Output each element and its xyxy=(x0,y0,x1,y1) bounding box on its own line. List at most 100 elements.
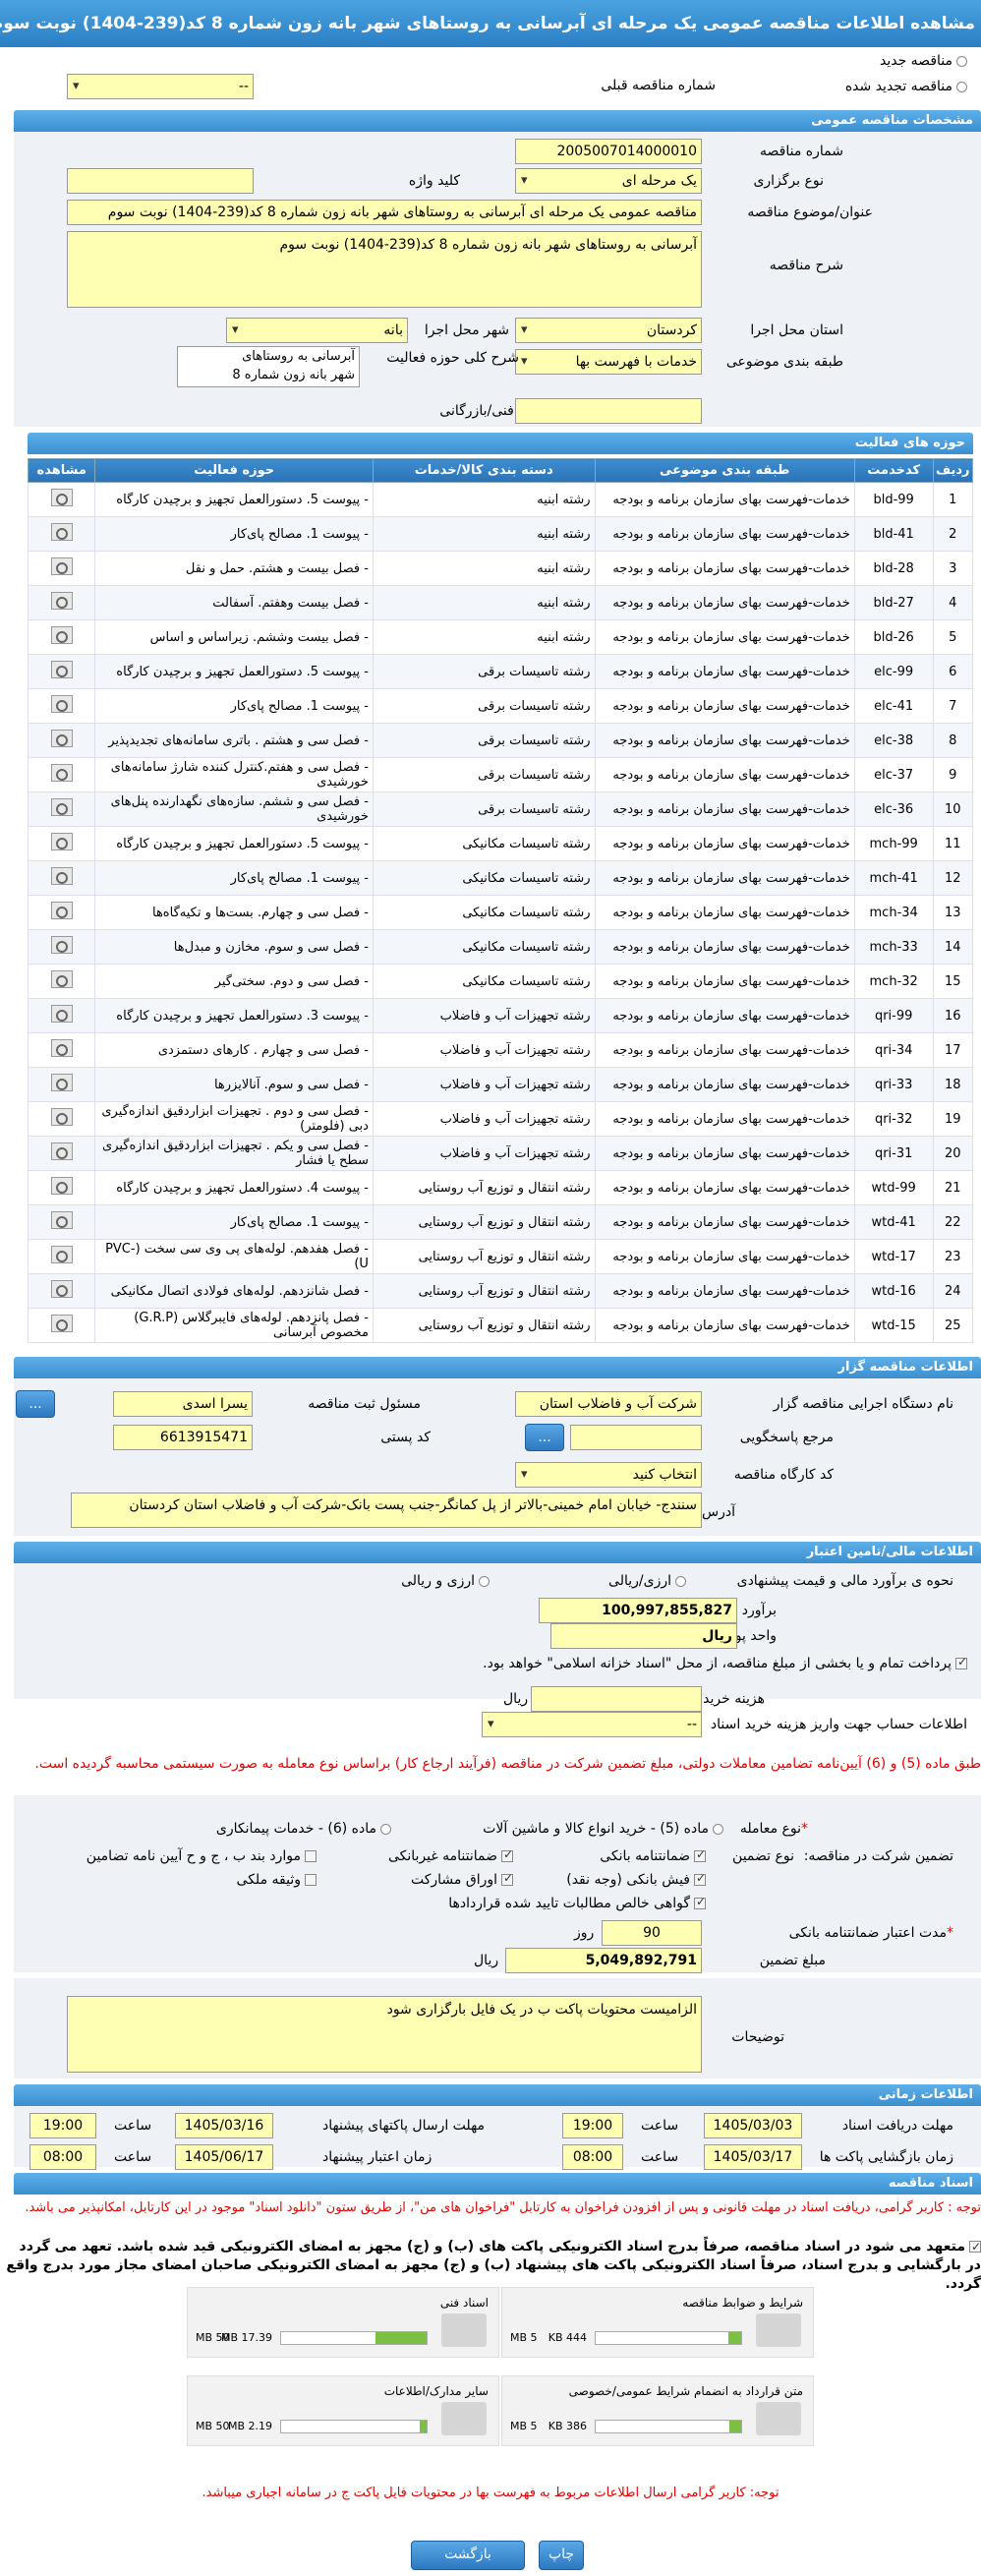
view-icon[interactable] xyxy=(50,1315,73,1332)
g4-checkbox[interactable]: فیش بانکی (وجه نقد) xyxy=(566,1871,706,1888)
opt-currency-rial-radio[interactable]: ارزی و ریالی xyxy=(401,1573,490,1589)
group-cell: رشته انتقال و توزیع آب روستایی xyxy=(372,1239,596,1274)
g6-checkbox[interactable]: وثیقه ملکی xyxy=(237,1872,317,1888)
validity-date-field: 1405/06/17 xyxy=(175,2144,273,2170)
activity-row: 1 bld-99 خدمات-فهرست بهای سازمان برنامه و … xyxy=(27,482,974,517)
deal-opt1-radio[interactable]: ماده (5) - خرید انواع کالا و ماشین آلات xyxy=(483,1821,723,1837)
city-select[interactable]: بانه xyxy=(226,318,408,343)
category-select[interactable]: خدمات با فهرست بها xyxy=(515,349,702,375)
service-code: bld-41 xyxy=(853,516,934,552)
response-ref-label: مرجع پاسخگویی xyxy=(739,1430,834,1445)
validity-hour-field: 08:00 xyxy=(29,2144,96,2170)
service-code: elc-38 xyxy=(853,723,934,758)
view-icon[interactable] xyxy=(50,592,73,610)
view-icon[interactable] xyxy=(50,730,73,747)
service-code: wtd-99 xyxy=(853,1170,934,1205)
g3-checkbox[interactable]: موارد بند ب ، ج و ح آیین نامه تضامین xyxy=(87,1848,317,1864)
view-icon[interactable] xyxy=(50,867,73,885)
view-icon[interactable] xyxy=(50,1039,73,1057)
view-icon[interactable] xyxy=(50,489,73,506)
view-icon[interactable] xyxy=(50,833,73,850)
doc-card[interactable]: شرایط و ضوابط مناقصه 444 KB 5 MB xyxy=(501,2287,814,2358)
print-button[interactable]: چاپ xyxy=(539,2541,584,2570)
holding-type-select[interactable]: یک مرحله ای xyxy=(515,168,702,194)
group-cell: رشته تاسیسات برقی xyxy=(372,688,596,724)
view-icon[interactable] xyxy=(50,1246,73,1263)
docs-commit-checkbox[interactable] xyxy=(969,2238,981,2256)
category-cell: خدمات-فهرست بهای سازمان برنامه و بودجه xyxy=(594,1204,855,1240)
treasury-note: پرداخت تمام و یا بخشی از مبلغ مناقصه، از… xyxy=(483,1656,952,1671)
category-cell: خدمات-فهرست بهای سازمان برنامه و بودجه xyxy=(594,1101,855,1137)
opt-rial-radio[interactable]: ارزی/ریالی xyxy=(608,1573,686,1589)
category-cell: خدمات-فهرست بهای سازمان برنامه و بودجه xyxy=(594,482,855,517)
doc-cost-unit: ریال xyxy=(503,1691,529,1707)
view-icon[interactable] xyxy=(50,1005,73,1023)
view-icon[interactable] xyxy=(50,1108,73,1126)
row-number: 18 xyxy=(932,1067,974,1102)
view-icon[interactable] xyxy=(50,523,73,541)
province-select[interactable]: کردستان xyxy=(515,318,702,343)
row-number: 19 xyxy=(932,1101,974,1137)
view-icon[interactable] xyxy=(50,902,73,919)
view-icon[interactable] xyxy=(50,798,73,816)
view-icon[interactable] xyxy=(50,626,73,644)
activity-row: 8 elc-38 خدمات-فهرست بهای سازمان برنامه و … xyxy=(27,723,974,758)
min-score-field[interactable] xyxy=(515,398,702,424)
group-cell: رشته انتقال و توزیع آب روستایی xyxy=(372,1204,596,1240)
category-cell: خدمات-فهرست بهای سازمان برنامه و بودجه xyxy=(594,998,855,1033)
registrar-more-button[interactable]: ... xyxy=(16,1390,55,1418)
receive-time-label: ساعت xyxy=(641,2118,679,2134)
new-tender-label: مناقصه جدید xyxy=(879,53,952,69)
group-cell: رشته تجهیزات آب و فاضلاب xyxy=(372,1032,596,1068)
g5-checkbox[interactable]: اوراق مشارکت xyxy=(411,1871,513,1888)
activity-row: 11 mch-99 خدمات-فهرست بهای سازمان برنامه و… xyxy=(27,826,974,861)
guarantee-amount-field: 5,049,892,791 xyxy=(505,1948,702,1973)
view-icon[interactable] xyxy=(50,1177,73,1195)
guarantee-red-note: طبق ماده (5) و (6) آیین‌نامه تضامین معام… xyxy=(34,1756,981,1772)
activity-row: 4 bld-27 خدمات-فهرست بهای سازمان برنامه و … xyxy=(27,585,974,620)
renewed-tender-radio[interactable]: مناقصه تجدید شده xyxy=(845,79,967,94)
doc-card[interactable]: متن قرارداد به انضمام شرایط عمومی/خصوصی 3… xyxy=(501,2375,814,2446)
keyword-field[interactable] xyxy=(67,168,254,194)
doc-card[interactable]: سایر مدارک/اطلاعات 2.19 MB 50 MB xyxy=(187,2375,499,2446)
g2-checkbox[interactable]: ضمانتنامه غیربانکی xyxy=(388,1847,513,1864)
prev-tender-select[interactable]: -- xyxy=(67,74,254,99)
g1-checkbox[interactable]: ضمانتنامه بانکی xyxy=(600,1847,706,1864)
view-icon[interactable] xyxy=(50,936,73,954)
service-code: qri-31 xyxy=(853,1136,934,1171)
view-icon[interactable] xyxy=(50,1280,73,1298)
view-cell xyxy=(27,1204,96,1240)
doc-size: 2.19 MB xyxy=(227,2420,272,2432)
view-icon[interactable] xyxy=(50,764,73,782)
view-icon[interactable] xyxy=(50,1074,73,1091)
doc-card[interactable]: اسناد فنی 17.39 MB 50 MB xyxy=(187,2287,499,2358)
group-cell: رشته تاسیسات مکانیکی xyxy=(372,929,596,965)
view-icon[interactable] xyxy=(50,661,73,678)
view-icon[interactable] xyxy=(50,695,73,713)
view-icon[interactable] xyxy=(50,557,73,575)
view-icon[interactable] xyxy=(50,1211,73,1229)
deal-opt2-label: ماده (6) - خدمات پیمانکاری xyxy=(215,1821,376,1837)
back-button[interactable]: بازگشت xyxy=(411,2541,525,2570)
activity-row: 13 mch-34 خدمات-فهرست بهای سازمان برنامه و… xyxy=(27,895,974,930)
guarantee-amount-unit: ریال xyxy=(474,1953,499,1968)
response-ref-more-button[interactable]: ... xyxy=(525,1424,564,1451)
view-icon[interactable] xyxy=(50,970,73,988)
workshop-select[interactable]: انتخاب کنید xyxy=(515,1462,702,1488)
g7-checkbox[interactable]: گواهی خالص مطالبات تایید شده قراردادها xyxy=(448,1895,706,1911)
deal-type-label: *نوع معامله xyxy=(739,1821,808,1837)
activity-cell: - فصل سی و چهارم . کارهای دستمزدی xyxy=(94,1032,374,1068)
activities-section-header[interactable]: حوزه های فعالیت xyxy=(28,433,973,454)
group-cell: رشته تاسیسات مکانیکی xyxy=(372,895,596,930)
activity-cell: - پیوست 1. مصالح پای‌کار xyxy=(94,516,374,552)
new-tender-radio[interactable]: مناقصه جدید xyxy=(880,53,967,69)
group-cell: رشته تجهیزات آب و فاضلاب xyxy=(372,1136,596,1171)
deal-opt2-radio[interactable]: ماده (6) - خدمات پیمانکاری xyxy=(216,1821,391,1837)
activity-cell: - پیوست 5. دستورالعمل تجهیز و برچیدن کار… xyxy=(94,826,374,861)
timing-section-header: اطلاعات زمانی xyxy=(14,2084,981,2106)
view-icon[interactable] xyxy=(50,1142,73,1160)
account-select[interactable]: -- xyxy=(482,1712,702,1737)
treasury-checkbox[interactable]: پرداخت تمام و یا بخشی از مبلغ مناقصه، از… xyxy=(483,1655,967,1671)
scope-line-1: آبرسانی به روستاهای xyxy=(242,349,355,364)
scope-listbox[interactable]: آبرسانی به روستاهای شهر بانه زون شماره 8 xyxy=(177,346,360,387)
